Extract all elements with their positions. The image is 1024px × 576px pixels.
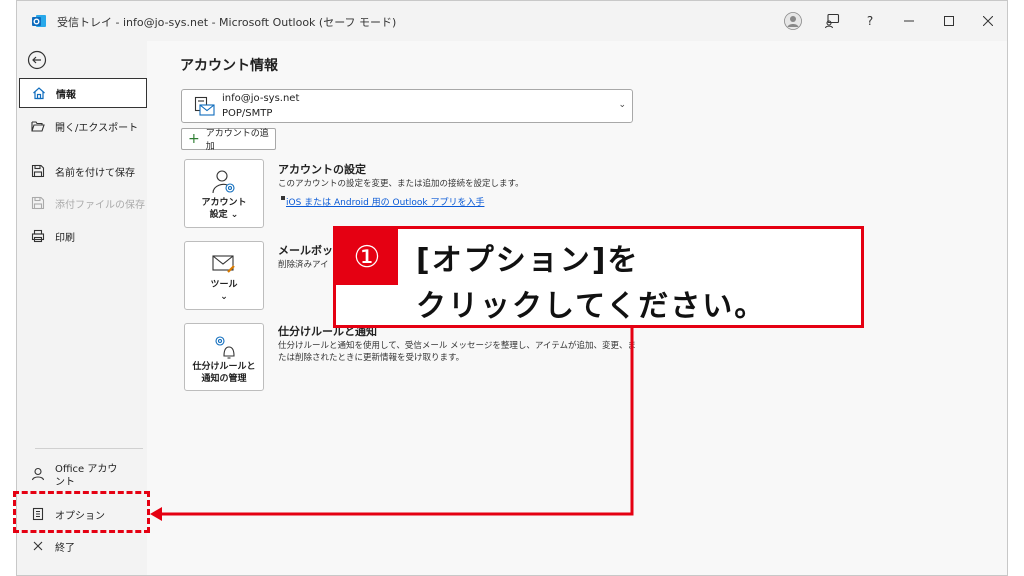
mail-account-icon: [194, 96, 215, 116]
save-as-icon: [31, 164, 45, 178]
sidebar-item-label: 添付ファイルの保存: [55, 199, 145, 211]
coach-button[interactable]: [820, 9, 844, 33]
options-highlight-box: [13, 491, 150, 533]
sidebar-item-print[interactable]: 印刷: [19, 221, 147, 251]
manage-rules-label-1: 仕分けルールと: [192, 362, 256, 372]
sidebar-item-info[interactable]: 情報: [19, 78, 147, 108]
account-settings-button[interactable]: アカウント 設定 ⌄: [184, 159, 264, 228]
instruction-callout: ① [オプション]を クリックしてください。: [333, 226, 864, 328]
window-title: 受信トレイ - info@jo-sys.net - Microsoft Outl…: [57, 16, 397, 29]
maximize-icon: [944, 16, 954, 26]
rules-alerts-description: 仕分けルールと通知を使用して、受信メール メッセージを整理し、アイテムが追加、変…: [278, 341, 637, 364]
sidebar-item-exit[interactable]: 終了: [19, 531, 147, 561]
account-email: info@jo-sys.net: [222, 93, 300, 104]
help-button[interactable]: ?: [858, 9, 882, 33]
sidebar-item-label: Office アカウント: [55, 464, 118, 488]
account-settings-description: このアカウントの設定を変更、または追加の接続を設定します。: [278, 179, 524, 189]
sidebar-item-save-attachments: 添付ファイルの保存: [19, 188, 147, 218]
sidebar-item-save-as[interactable]: 名前を付けて保存: [19, 156, 147, 186]
manage-rules-button[interactable]: 仕分けルールと 通知の管理: [184, 323, 264, 391]
plus-icon: +: [188, 131, 200, 147]
sidebar-divider: [35, 448, 143, 449]
save-attachment-icon: [31, 196, 45, 210]
add-account-label: アカウントの追加: [205, 129, 269, 152]
tools-label-2: ⌄: [220, 291, 228, 302]
close-icon: [983, 16, 993, 26]
account-avatar-button[interactable]: [781, 9, 805, 33]
rules-alerts-icon: [215, 336, 235, 359]
outlook-logo-icon: [32, 15, 46, 27]
step-number-badge: ①: [336, 229, 398, 285]
maximize-button[interactable]: [937, 9, 961, 33]
chevron-down-icon: ⌄: [618, 100, 626, 110]
person-icon: [31, 467, 45, 481]
back-arrow-icon[interactable]: [27, 50, 47, 70]
account-settings-icon: [212, 170, 235, 194]
folder-open-icon: [31, 121, 45, 132]
callout-text-line1: [オプション]を: [416, 243, 640, 278]
help-label: ?: [866, 14, 874, 28]
account-settings-label-1: アカウント: [201, 198, 247, 208]
tools-button[interactable]: ツール ⌄: [184, 241, 264, 310]
minimize-icon: [904, 20, 914, 22]
manage-rules-label-2: 通知の管理: [201, 373, 247, 384]
close-window-button[interactable]: [976, 9, 1000, 33]
get-outlook-mobile-link[interactable]: iOS または Android 用の Outlook アプリを入手: [286, 195, 484, 208]
avatar-icon: [784, 12, 802, 30]
home-icon: [33, 87, 45, 100]
account-settings-label-2: 設定 ⌄: [209, 209, 239, 220]
tools-label-1: ツール: [210, 280, 238, 290]
bullet-icon: [281, 196, 285, 200]
account-type: POP/SMTP: [222, 108, 273, 119]
sidebar-item-open-export[interactable]: 開く/エクスポート: [19, 111, 147, 141]
minimize-button[interactable]: [897, 9, 921, 33]
printer-icon: [31, 229, 45, 243]
sidebar-item-label: 終了: [55, 542, 75, 554]
callout-text-line2: クリックしてください。: [416, 289, 767, 324]
title-bar: 受信トレイ - info@jo-sys.net - Microsoft Outl…: [17, 1, 1007, 41]
sidebar-item-label: 開く/エクスポート: [55, 122, 139, 134]
add-account-button[interactable]: + アカウントの追加: [181, 128, 276, 152]
mailbox-tools-icon: [212, 255, 235, 273]
account-selector[interactable]: info@jo-sys.net POP/SMTP ⌄: [181, 89, 633, 123]
coach-icon: [824, 13, 840, 29]
page-title: アカウント情報: [180, 58, 278, 74]
exit-x-icon: [33, 541, 43, 551]
sidebar-item-label: 印刷: [55, 232, 75, 244]
sidebar-item-label: 名前を付けて保存: [55, 167, 135, 179]
account-settings-title: アカウントの設定: [278, 163, 366, 176]
sidebar-item-label: 情報: [56, 89, 76, 101]
sidebar-item-office-account[interactable]: Office アカウント: [19, 459, 147, 493]
